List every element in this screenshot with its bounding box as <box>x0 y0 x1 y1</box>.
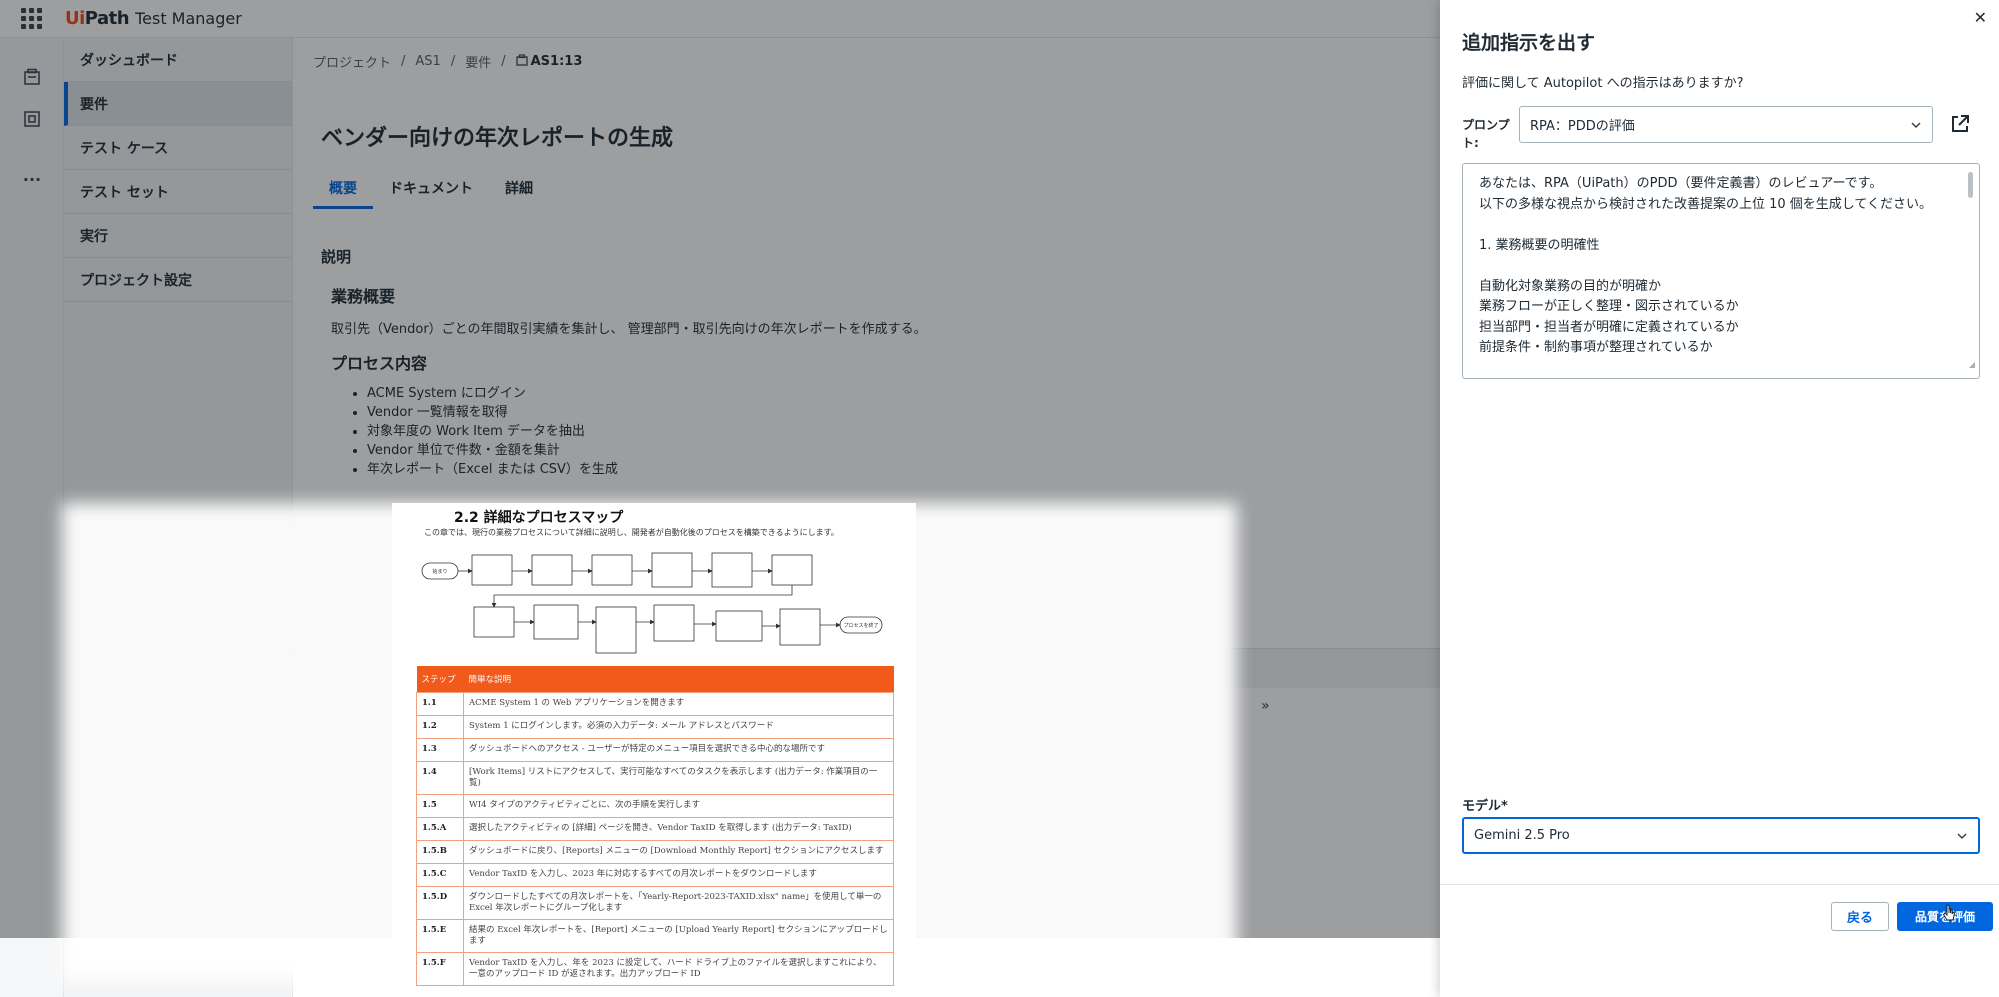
process-steps-table: ステップ 簡単な説明 1.1 ACME System 1 の Web アプリケーシ… <box>416 666 894 986</box>
table-row: 1.2 System 1 にログインします。必須の入力データ: メール アドレスと… <box>416 715 894 739</box>
mouse-pointer-icon <box>1942 904 1956 921</box>
model-label: モデル* <box>1462 799 1508 814</box>
prompt-line: 前提条件・制約事項が整理されているか <box>1479 340 1713 355</box>
table-row: 1.5.F Vendor TaxID を入力し、年を 2023 に設定して、ハード… <box>416 952 894 986</box>
chevron-down-icon <box>1911 121 1921 128</box>
flow-end-label: プロセスを終了 <box>843 622 878 629</box>
table-row: 1.5.E 結果の Excel 年次レポートを、[Report] メニューの [U… <box>416 919 894 953</box>
close-icon[interactable]: ✕ <box>1974 8 1987 27</box>
drawer-title: 追加指示を出す <box>1462 32 1596 54</box>
prompt-line <box>1479 256 1963 277</box>
prompt-textarea[interactable]: あなたは、RPA（UiPath）のPDD（要件定義書）のレビュアーです。 以下の… <box>1462 163 1980 379</box>
textarea-scrollbar[interactable] <box>1968 172 1973 198</box>
prompt-line: 以下の多様な視点から検討された改善提案の上位 10 個を生成してください。 <box>1479 196 1933 212</box>
table-row: 1.3 ダッシュボードへのアクセス - ユーザーが特定のメニュー項目を選択できる中… <box>416 738 894 762</box>
chevron-down-icon <box>1957 832 1967 839</box>
open-external-icon[interactable] <box>1949 113 1971 135</box>
process-flow-diagram: 始まり プロセスを終了 <box>421 552 883 654</box>
model-selected-value: Gemini 2.5 Pro <box>1474 828 1570 843</box>
prompt-line: 担当部門・担当者が明確に定義されているか <box>1479 319 1739 335</box>
drawer-question: 評価に関して Autopilot への指示はありますか? <box>1462 76 1744 91</box>
table-row: 1.5.B ダッシュボードに戻り、[Reports] メニューの [Downloa… <box>416 840 894 864</box>
document-subtitle: この章では、現行の業務プロセスについて詳細に説明し、開発者が自動化後のプロセスを… <box>424 528 839 537</box>
table-row: 1.1 ACME System 1 の Web アプリケーションを開きます <box>416 692 894 716</box>
table-row: 1.4 [Work Items] リストにアクセスして、実行可能なすべてのタスクを… <box>416 761 894 795</box>
resize-grip-icon[interactable]: ◢ <box>1969 355 1975 376</box>
table-header-step: ステップ <box>416 666 464 693</box>
additional-instructions-drawer: ✕ 追加指示を出す 評価に関して Autopilot への指示はありますか? プ… <box>1440 0 1999 997</box>
drawer-footer-divider <box>1440 884 1999 885</box>
document-title: 2.2 詳細なプロセスマップ <box>454 510 624 526</box>
prompt-label: プロンプト: <box>1462 118 1510 150</box>
table-header-description: 簡単な説明 <box>463 666 894 693</box>
prompt-line <box>1479 215 1963 236</box>
table-row: 1.5.A 選択したアクティビティの [詳細] ページを開き、Vendor Tax… <box>416 817 894 841</box>
prompt-selected-value: RPA：PDDの評価 <box>1530 119 1635 134</box>
back-button[interactable]: 戻る <box>1831 902 1889 931</box>
table-row: 1.5.D ダウンロードしたすべての月次レポートを、「Yearly-Report-… <box>416 886 894 920</box>
prompt-line: 自動化対象業務の目的が明確か <box>1479 278 1662 294</box>
document-preview: 2.2 詳細なプロセスマップ この章では、現行の業務プロセスについて詳細に説明し… <box>392 503 916 993</box>
model-select[interactable]: Gemini 2.5 Pro <box>1462 817 1980 854</box>
prompt-line: あなたは、RPA（UiPath）のPDD（要件定義書）のレビュアーです。 <box>1479 176 1883 191</box>
prompt-line: 業務フローが正しく整理・図示されているか <box>1479 299 1739 314</box>
prompt-select[interactable]: RPA：PDDの評価 <box>1519 106 1933 143</box>
table-row: 1.5.C Vendor TaxID を入力し、2023 年に対応するすべての月次… <box>416 863 894 887</box>
flow-start-label: 始まり <box>432 568 447 575</box>
table-row: 1.5 WI4 タイプのアクティビティごとに、次の手順を実行します <box>416 794 894 818</box>
prompt-line: 1. 業務概要の明確性 <box>1479 237 1600 253</box>
